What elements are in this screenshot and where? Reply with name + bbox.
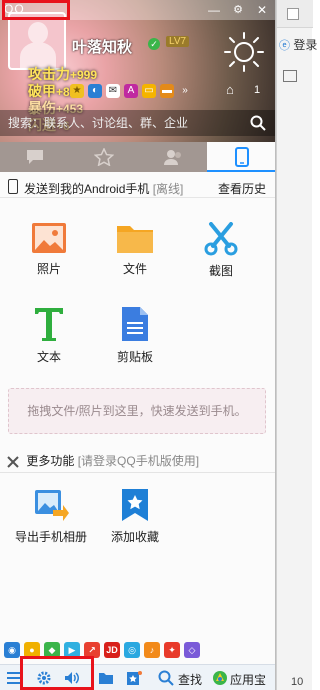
volume-icon[interactable] (64, 670, 80, 686)
app-icon[interactable]: A (124, 84, 138, 98)
photo-icon (32, 223, 66, 253)
phone-icon (234, 147, 249, 167)
qq-browser-icon[interactable]: ◉ (4, 642, 20, 658)
send-file-button[interactable]: 文件 (100, 222, 170, 277)
app-shortcut-bar: ◉ ● ◆ ▶ ↗ JD ◎ ♪ ✦ ◇ (0, 640, 275, 660)
divider (0, 472, 275, 473)
ie-icon: ⓔ (279, 40, 290, 52)
wallet-icon[interactable]: ▭ (142, 84, 156, 98)
tools-icon (7, 456, 19, 468)
tab-contacts[interactable] (138, 142, 207, 172)
browser-maximize-icon[interactable] (287, 8, 299, 20)
qq-main-panel: QQ — ⚙ ✕ 叶落知秋 ✓ LV7 攻击力+999 破甲+82 暴伤+453… (0, 0, 276, 690)
add-favorite-label: 添加收藏 (110, 530, 159, 544)
minimize-icon[interactable]: — (206, 2, 222, 18)
jd-icon[interactable]: JD (104, 642, 120, 658)
photo-label: 照片 (36, 262, 61, 276)
stat-label: 攻击力 (28, 66, 70, 82)
nickname[interactable]: 叶落知秋 (72, 36, 132, 57)
search-input[interactable] (8, 114, 238, 132)
send-photo-button[interactable]: 照片 (14, 222, 84, 277)
more-features-title: 更多功能 (26, 454, 75, 468)
stat-label: 破甲 (28, 83, 56, 99)
search-bar (0, 110, 275, 136)
android-phone-icon (8, 179, 18, 194)
security-icon[interactable]: ◎ (124, 642, 140, 658)
tab-device[interactable] (207, 142, 275, 172)
profile-header: QQ — ⚙ ✕ 叶落知秋 ✓ LV7 攻击力+999 破甲+82 暴伤+453… (0, 0, 275, 142)
search-icon[interactable] (250, 115, 266, 131)
music-icon[interactable]: ♪ (144, 642, 160, 658)
close-icon[interactable]: ✕ (254, 2, 270, 18)
more-features-header: 更多功能 [请登录QQ手机版使用] (6, 452, 199, 468)
document-icon (122, 307, 148, 341)
tab-favorites[interactable] (69, 142, 138, 172)
gift-icon[interactable]: ✦ (164, 642, 180, 658)
send-text-button[interactable]: 文本 (14, 306, 84, 365)
app-center-icon[interactable] (212, 670, 228, 686)
export-album-button[interactable]: 导出手机相册 (8, 488, 94, 545)
quick-app-toolbar: ★ ◐ ✉ A ▭ ▬ » (70, 82, 192, 100)
game-icon[interactable]: ◆ (44, 642, 60, 658)
avatar[interactable] (8, 12, 66, 70)
clipboard-label: 剪贴板 (116, 350, 153, 364)
device-title: 发送到我的Android手机 [离线] (24, 180, 183, 197)
home-icon[interactable]: ⌂ (226, 82, 242, 98)
browser-login-label: 登录 (293, 38, 318, 52)
main-tabs (0, 142, 275, 172)
app-icon[interactable]: ◇ (184, 642, 200, 658)
bookmark-star-icon (122, 489, 148, 521)
qq-pet-icon[interactable]: ● (24, 642, 40, 658)
video-icon[interactable]: ▶ (64, 642, 80, 658)
folder-icon[interactable]: ▬ (160, 84, 174, 98)
device-header: 发送到我的Android手机 [离线] 查看历史 (0, 176, 275, 198)
background-browser-window: ⓔ 登录 10 (276, 0, 317, 690)
contacts-icon (163, 150, 181, 165)
device-name: 发送到我的Android手机 (24, 182, 150, 196)
browser-status-text: 10 (291, 676, 304, 688)
device-status: [离线] (152, 182, 184, 196)
weather-sun-icon[interactable] (222, 30, 266, 74)
file-label: 文件 (122, 262, 147, 276)
settings-gear-icon[interactable]: ⚙ (230, 2, 246, 18)
chat-bubble-icon (26, 150, 43, 164)
add-favorite-button[interactable]: 添加收藏 (100, 488, 170, 545)
file-drop-zone[interactable]: 拖拽文件/照片到这里，快速发送到手机。 (8, 388, 266, 434)
app-center-label[interactable]: 应用宝 (230, 671, 266, 688)
file-folder-icon[interactable] (98, 670, 114, 686)
export-photos-icon (35, 490, 69, 521)
main-menu-icon[interactable] (6, 670, 22, 686)
screenshot-button[interactable]: 截图 (186, 222, 256, 279)
screenshot-label: 截图 (208, 264, 233, 278)
stat-value: +999 (70, 68, 98, 82)
stat-line: 攻击力+999 (28, 66, 97, 83)
view-history-link[interactable]: 查看历史 (218, 180, 266, 197)
message-count[interactable]: 1 (254, 84, 260, 96)
favorites-icon[interactable] (126, 670, 142, 686)
stocks-icon[interactable]: ↗ (84, 642, 100, 658)
star-icon[interactable]: ★ (70, 84, 84, 98)
find-label[interactable]: 查找 (178, 671, 202, 688)
tab-conversations[interactable] (0, 142, 69, 172)
settings-gear-icon[interactable] (36, 670, 52, 686)
text-icon (35, 308, 63, 341)
more-apps-icon[interactable]: » (178, 84, 192, 98)
online-status-icon[interactable]: ✓ (148, 38, 160, 50)
find-search-icon[interactable] (158, 670, 174, 686)
avatar-head (28, 22, 48, 44)
text-label: 文本 (36, 350, 61, 364)
browser-icon[interactable]: ◐ (88, 84, 102, 98)
folder-icon (117, 226, 153, 253)
star-icon (93, 148, 114, 166)
browser-window-icon[interactable] (283, 70, 297, 82)
clipboard-button[interactable]: 剪贴板 (100, 306, 170, 365)
browser-tabbar (277, 0, 313, 28)
bottom-toolbar: 查找 应用宝 (0, 664, 275, 690)
more-features-subtitle: [请登录QQ手机版使用] (77, 454, 200, 468)
scissors-icon (204, 222, 238, 256)
mail-icon[interactable]: ✉ (106, 84, 120, 98)
browser-login-link[interactable]: ⓔ 登录 (279, 36, 317, 53)
level-badge[interactable]: LV7 (166, 36, 190, 47)
export-album-label: 导出手机相册 (14, 530, 87, 544)
